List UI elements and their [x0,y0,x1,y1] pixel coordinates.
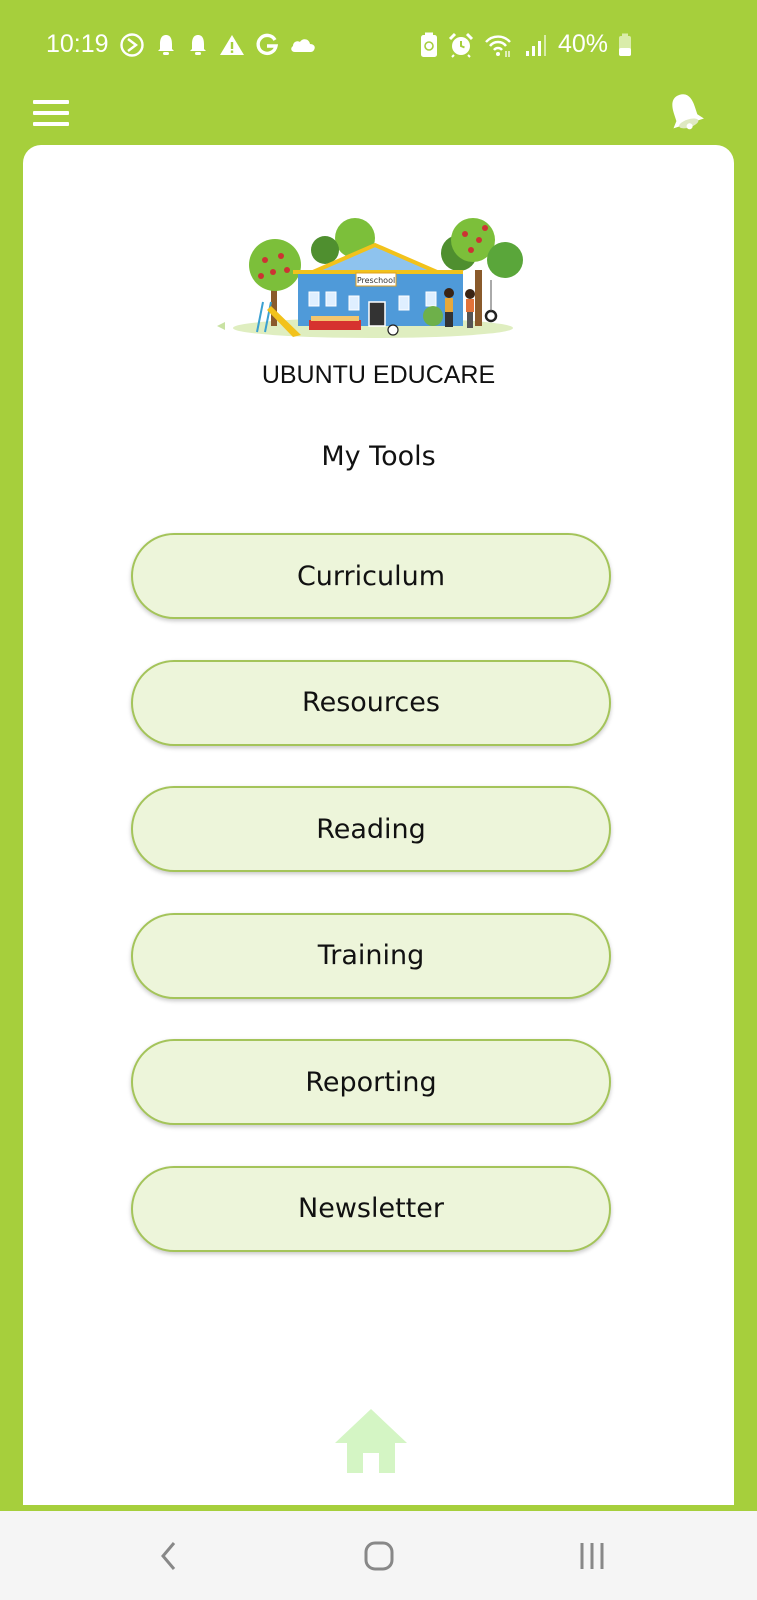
curriculum-button[interactable]: Curriculum [131,533,611,619]
status-left: 10:19 [46,30,317,59]
status-right: 40% [420,30,632,59]
newsletter-button[interactable]: Newsletter [131,1165,611,1252]
notification-bell-icon[interactable] [665,90,705,134]
resources-button[interactable]: Resources [131,659,611,746]
svg-text:Preschool: Preschool [357,276,395,285]
bell-icon [155,33,177,57]
status-time: 10:19 [46,30,109,58]
back-icon[interactable] [148,1538,188,1574]
preschool-logo: Preschool [213,210,533,345]
training-button[interactable]: Training [131,912,611,999]
wifi-icon [484,32,514,58]
hamburger-menu-icon[interactable] [33,98,69,128]
menu-line [33,111,69,115]
recents-icon[interactable] [572,1538,612,1574]
menu-line [33,122,69,126]
section-title: My Tools [321,441,436,472]
system-nav-bar [0,1511,757,1600]
google-icon [255,33,279,57]
home-icon[interactable] [333,1407,409,1473]
battery-icon [618,33,632,57]
org-name: UBUNTU EDUCARE [261,361,496,389]
main-card: Preschool UBUNTU EDUCARE My Tools Curric… [23,145,734,1505]
status-bar: 10:19 40% [0,0,757,90]
bell-icon [187,33,209,57]
menu-line [33,100,69,104]
battery-percent: 40% [557,30,608,58]
battery-saver-icon [420,32,438,58]
alarm-icon [448,32,474,58]
tools-list: Curriculum Resources Reading Training Re… [131,533,611,1292]
warning-icon [219,33,245,57]
reporting-button[interactable]: Reporting [131,1039,611,1125]
cloud-icon [289,35,317,55]
home-circle-icon[interactable] [359,1538,399,1574]
screen-record-icon [119,32,145,58]
reading-button[interactable]: Reading [131,786,611,872]
signal-icon [524,33,548,57]
app-bar [0,90,757,142]
